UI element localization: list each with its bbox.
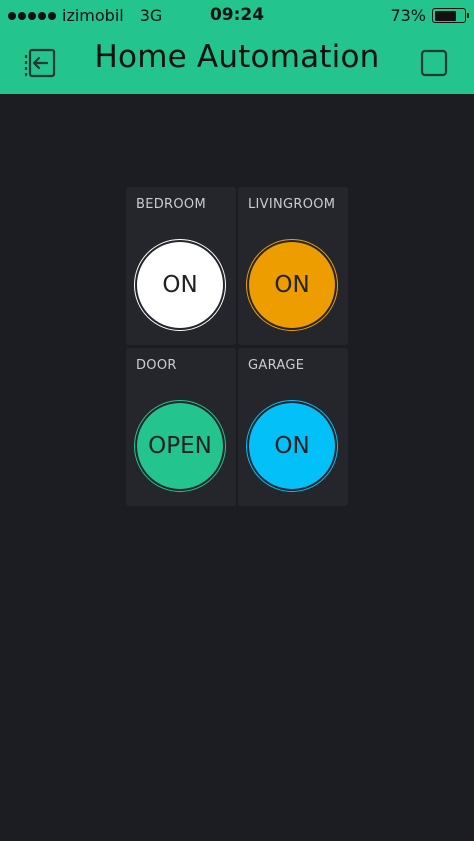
widget-garage: GARAGE ON xyxy=(238,348,348,506)
battery-percent: 73% xyxy=(390,6,426,25)
widget-label: GARAGE xyxy=(248,358,305,373)
widget-label: BEDROOM xyxy=(136,197,206,212)
status-right: 73% xyxy=(390,6,469,25)
garage-switch-button[interactable]: ON xyxy=(246,400,338,492)
widget-livingroom: LIVINGROOM ON xyxy=(238,187,348,345)
switch-ring xyxy=(246,400,338,492)
livingroom-switch-button[interactable]: ON xyxy=(246,239,338,331)
square-icon xyxy=(420,49,448,77)
battery-fill xyxy=(434,10,456,21)
switch-ring xyxy=(134,239,226,331)
switch-ring xyxy=(246,239,338,331)
widget-label: DOOR xyxy=(136,358,177,373)
status-bar: izimobil 3G 09:24 73% xyxy=(0,0,474,31)
page-title: Home Automation xyxy=(94,39,380,75)
battery-icon xyxy=(432,8,469,23)
door-switch-button[interactable]: OPEN xyxy=(134,400,226,492)
switch-ring xyxy=(134,400,226,492)
widget-label: LIVINGROOM xyxy=(248,197,336,212)
bedroom-switch-button[interactable]: ON xyxy=(134,239,226,331)
widget-door: DOOR OPEN xyxy=(126,348,236,506)
stop-button[interactable] xyxy=(414,43,454,83)
widget-bedroom: BEDROOM ON xyxy=(126,187,236,345)
widget-grid: BEDROOM ON LIVINGROOM ON DOOR OPEN GARAG… xyxy=(126,187,348,507)
battery-tip xyxy=(466,13,469,18)
app-header: Home Automation xyxy=(0,31,474,94)
